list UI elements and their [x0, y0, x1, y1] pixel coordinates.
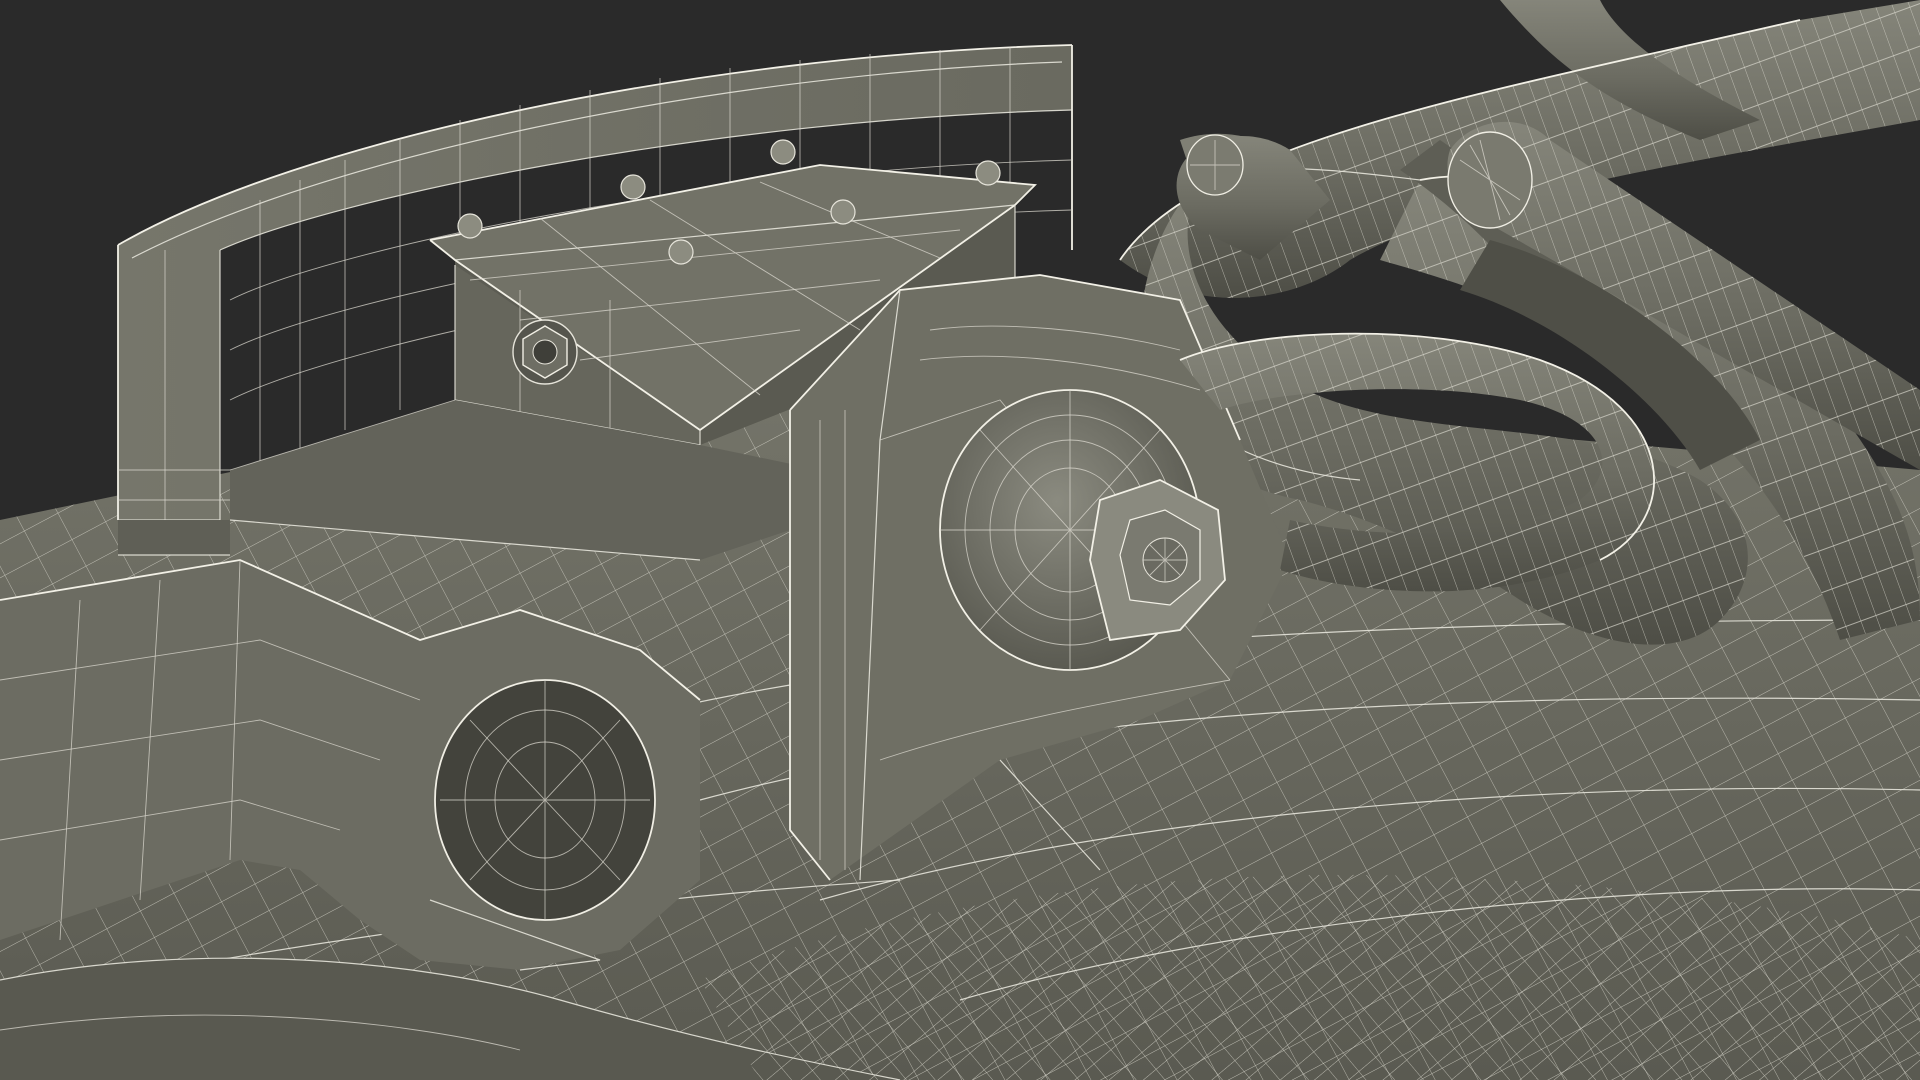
- wireframe-render: [0, 0, 1920, 1080]
- cable-gland: [512, 319, 578, 385]
- wireframe-viewport: [0, 0, 1920, 1080]
